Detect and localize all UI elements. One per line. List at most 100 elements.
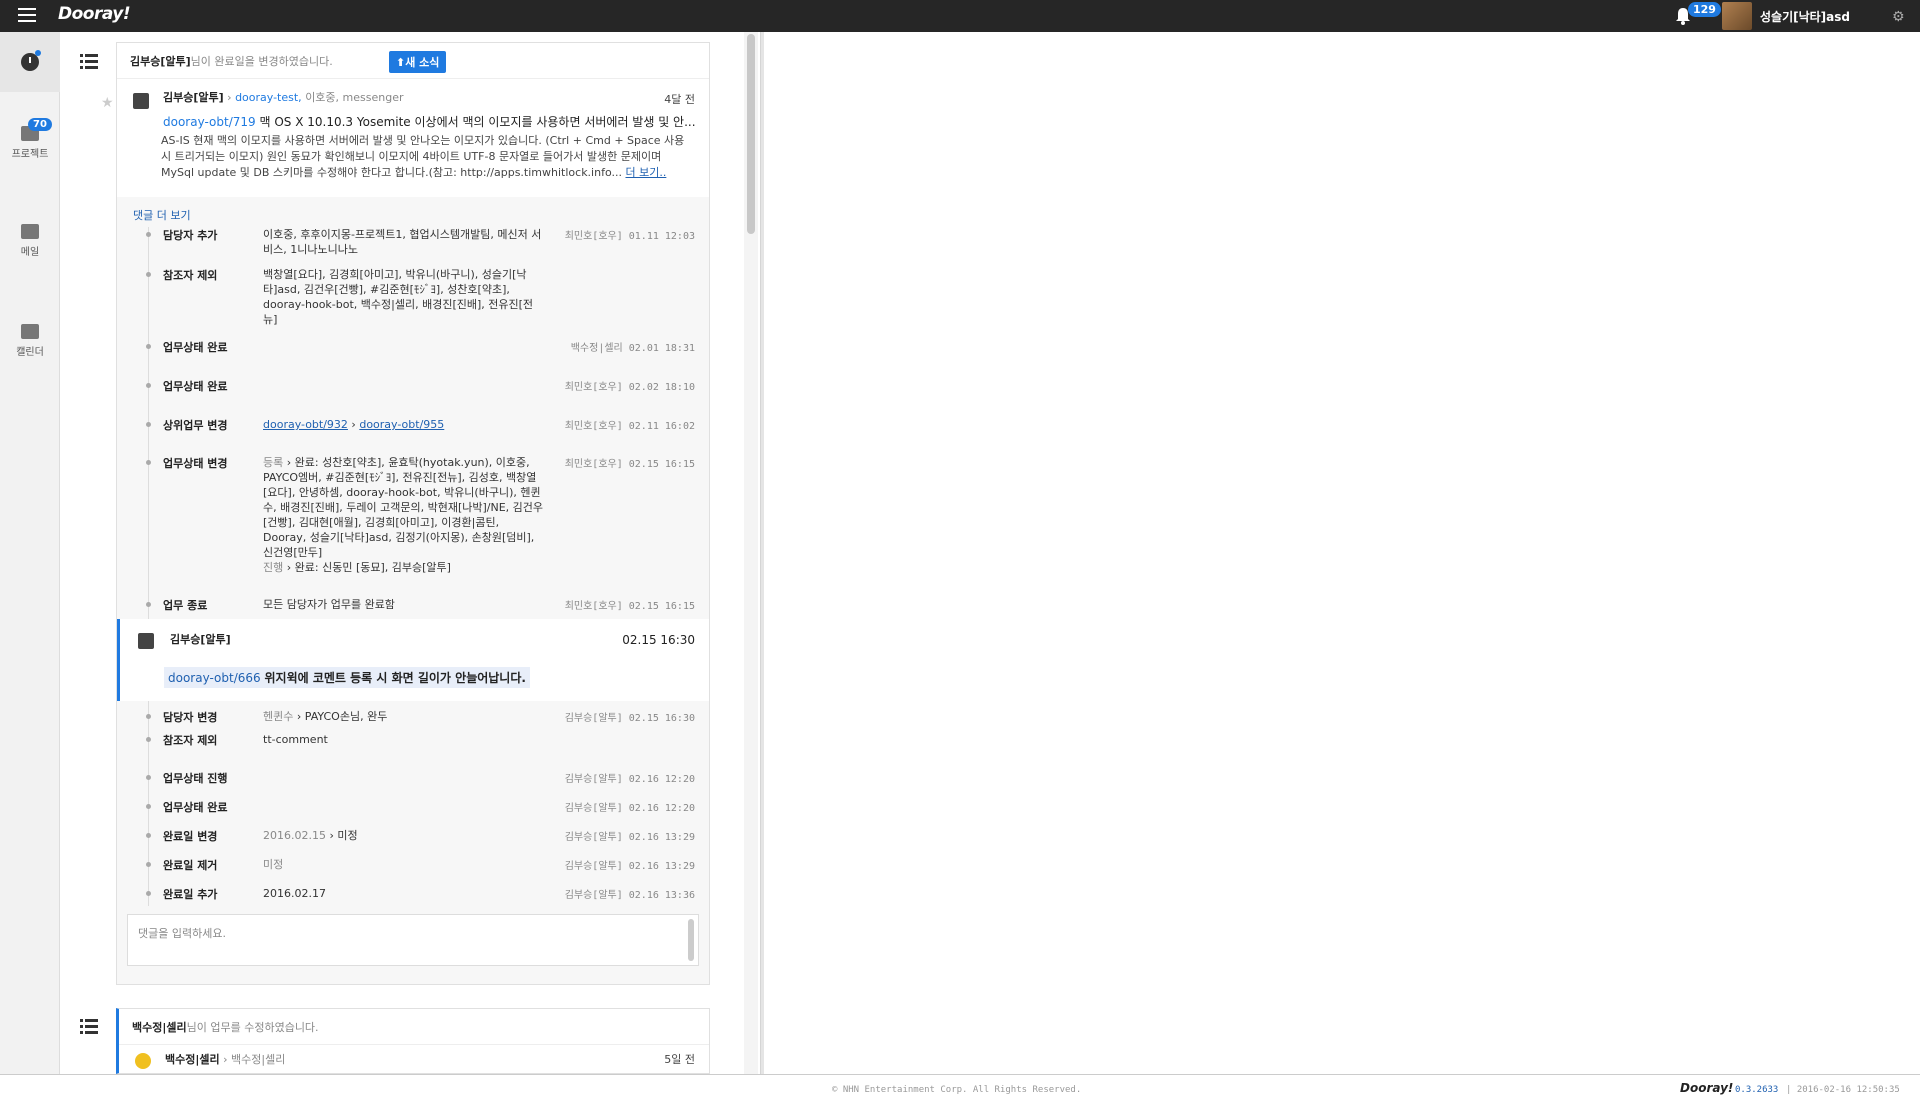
menu-icon[interactable]: [18, 8, 36, 24]
event-content: [263, 378, 555, 417]
timeline: 담당자 추가 이호중, 후후이지몽-프로젝트1, 협업시스템개발팀, 메신저 서…: [117, 227, 709, 906]
event-row: 업무상태 변경 등록 › 완료: 성찬호[약초], 윤효탁(hyotak.yun…: [146, 455, 709, 597]
event-row: 업무상태 완료 김부승[알투] 02.16 12:20: [146, 799, 709, 828]
list-icon[interactable]: [80, 54, 98, 70]
version[interactable]: 0.3.2633: [1735, 1085, 1778, 1095]
parent-task-old-link[interactable]: dooray-obt/932: [263, 418, 348, 431]
post[interactable]: ★ 백수정|셀리 › 백수정|셀리 5일 전: [119, 1045, 709, 1073]
new-news-button[interactable]: ⬆새 소식: [389, 51, 447, 73]
event-content: 백창열[요다], 김경희[아미고], 박유니(바구니), 성슬기[낙타]asd,…: [263, 268, 534, 326]
comment-text: dooray-obt/666 위지윅에 코멘트 등록 시 화면 길이가 안늘어납…: [164, 667, 530, 688]
project-badge: 70: [28, 118, 52, 131]
event-label: 완료일 제거: [163, 859, 218, 872]
header-text: 님이 완료일을 변경하였습니다.: [190, 55, 333, 68]
event-row: 업무상태 완료 백수정|셀리 02.01 18:31: [146, 339, 709, 378]
star-icon[interactable]: ★: [101, 95, 114, 111]
card-header: 백수정|셀리님이 업무를 수정하였습니다.: [119, 1009, 709, 1045]
event-meta: 백수정|셀리 02.01 18:31: [570, 343, 695, 354]
event-content: dooray-obt/932 › dooray-obt/955: [263, 418, 445, 431]
nav-item-mail[interactable]: 메일: [0, 224, 60, 258]
event-row: 상위업무 변경 dooray-obt/932 › dooray-obt/955 …: [146, 417, 709, 455]
avatar: [135, 1053, 151, 1069]
post-project[interactable]: dooray-test,: [235, 91, 302, 104]
notification-badge: 129: [1688, 2, 1721, 17]
event-meta: 김부승[알투] 02.16 13:29: [564, 861, 695, 872]
event-content: 헨퀸수 › PAYCO손님, 완두: [263, 710, 388, 723]
event-row: 담당자 변경 헨퀸수 › PAYCO손님, 완두 김부승[알투] 02.15 1…: [146, 709, 709, 732]
event-meta: [555, 267, 695, 339]
event-content: 미정: [263, 858, 284, 871]
event-meta: 김부승[알투] 02.16 12:20: [564, 774, 695, 785]
parent-task-new-link[interactable]: dooray-obt/955: [359, 418, 444, 431]
more-link[interactable]: 더 보기..: [625, 166, 666, 179]
new-news-label: 새 소식: [405, 56, 440, 69]
header-user[interactable]: 김부승[알투]: [130, 55, 191, 68]
post-ago: 4달 전: [664, 93, 695, 106]
event-label: 업무상태 완료: [163, 341, 228, 354]
event-row: 참조자 제외 백창열[요다], 김경희[아미고], 박유니(바구니), 성슬기[…: [146, 267, 709, 339]
user-avatar[interactable]: [1722, 2, 1752, 30]
assignee-to: PAYCO손님, 완두: [304, 710, 388, 723]
left-nav: 70 프로젝트 메일 캘린더: [0, 32, 60, 1074]
event-row: 완료일 추가 2016.02.17 김부승[알투] 02.16 13:36: [146, 886, 709, 906]
card-header: 김부승[알투]님이 완료일을 변경하였습니다. ⬆새 소식: [117, 43, 709, 79]
list-icon[interactable]: [80, 1019, 98, 1035]
comment-task-link[interactable]: dooray-obt/666: [168, 671, 261, 685]
feed-card: 김부승[알투]님이 완료일을 변경하였습니다. ⬆새 소식 ★ 김부승[알투] …: [101, 42, 710, 985]
timestamp: | 2016-02-16 12:50:35: [1786, 1085, 1900, 1095]
event-meta: 최민호[호우] 02.15 16:15: [564, 601, 695, 612]
top-bar: Dooray! 129 성슬기[낙타]asd ⚙: [0, 0, 1920, 32]
nav-item-calendar[interactable]: 캘린더: [0, 324, 60, 358]
scroll-thumb[interactable]: [747, 34, 755, 234]
avatar: [133, 93, 149, 109]
nav-label-calendar: 캘린더: [16, 347, 44, 358]
event-meta: 최민호[호우] 01.11 12:03: [564, 231, 695, 242]
event-meta: 최민호[호우] 02.11 16:02: [564, 421, 695, 432]
post-meta: 김부승[알투] › dooray-test, 이호중, messenger: [163, 91, 404, 104]
event-meta: 최민호[호우] 02.02 18:10: [564, 382, 695, 393]
header-user[interactable]: 백수정|셀리: [132, 1021, 187, 1034]
app-logo[interactable]: Dooray!: [58, 4, 131, 24]
event-meta: 김부승[알투] 02.16 13:36: [564, 890, 695, 901]
input-scrollbar[interactable]: [688, 919, 694, 961]
post-body: AS-IS 현재 맥의 이모지를 사용하면 서버에러 발생 및 안나오는 이모지…: [161, 133, 695, 181]
comment-body: 위지윅에 코멘트 등록 시 화면 길이가 안늘어납니다.: [264, 671, 526, 685]
event-label: 업무상태 진행: [163, 772, 228, 785]
gear-icon[interactable]: ⚙: [1892, 9, 1905, 25]
event-row: 업무상태 완료 최민호[호우] 02.02 18:10: [146, 378, 709, 417]
due-from: 2016.02.15: [263, 829, 326, 842]
event-content: 등록 › 완료: 성찬호[약초], 윤효탁(hyotak.yun), 이호중, …: [263, 456, 544, 574]
due-to: 미정: [337, 829, 358, 842]
nav-item-recent[interactable]: [0, 32, 60, 92]
comment-author[interactable]: 김부승[알투]: [170, 631, 695, 647]
nav-item-project[interactable]: 70 프로젝트: [0, 118, 60, 160]
event-label: 완료일 추가: [163, 888, 218, 901]
post-body-text: AS-IS 현재 맥의 이모지를 사용하면 서버에러 발생 및 안나오는 이모지…: [161, 134, 685, 179]
event-content: 2016.02.15 › 미정: [263, 829, 358, 842]
post[interactable]: ★ 김부승[알투] › dooray-test, 이호중, messenger …: [101, 79, 709, 197]
feed-scrollbar[interactable]: [744, 32, 758, 1074]
footer: © NHN Entertainment Corp. All Rights Res…: [0, 1074, 1920, 1105]
post-author[interactable]: 백수정|셀리: [165, 1053, 220, 1066]
more-comments-link[interactable]: 댓글 더 보기: [117, 203, 709, 227]
event-meta: 김부승[알투] 02.16 12:20: [564, 803, 695, 814]
calendar-icon: [21, 324, 39, 339]
panel-divider[interactable]: [760, 32, 764, 1074]
comment-placeholder: 댓글을 입력하세요.: [138, 927, 226, 940]
event-label: 참조자 제외: [163, 734, 218, 747]
task-title: 맥 OS X 10.10.3 Yosemite 이상에서 맥의 이모지를 사용하…: [259, 115, 695, 129]
feed-card: 백수정|셀리님이 업무를 수정하였습니다. ★ 백수정|셀리 › 백수정|셀리 …: [116, 1008, 710, 1074]
post-author[interactable]: 김부승[알투]: [163, 91, 224, 104]
post-target: 백수정|셀리: [231, 1053, 286, 1066]
activity-zone: 댓글 더 보기 담당자 추가 이호중, 후후이지몽-프로젝트1, 협업시스템개발…: [117, 197, 709, 984]
comment-card[interactable]: 김부승[알투] 02.15 16:30 dooray-obt/666 위지윅에 …: [117, 619, 709, 701]
event-meta: 김부승[알투] 02.15 16:30: [564, 713, 695, 724]
post-title[interactable]: dooray-obt/719 맥 OS X 10.10.3 Yosemite 이…: [163, 113, 695, 130]
event-row: 참조자 제외 tt-comment: [146, 732, 709, 770]
comment-input[interactable]: 댓글을 입력하세요.: [127, 914, 699, 966]
event-label: 업무상태 완료: [163, 801, 228, 814]
footer-logo: Dooray!: [1680, 1081, 1734, 1095]
event-meta: 김부승[알투] 02.16 13:29: [564, 832, 695, 843]
user-name[interactable]: 성슬기[낙타]asd: [1760, 8, 1850, 25]
task-link[interactable]: dooray-obt/719: [163, 115, 256, 129]
